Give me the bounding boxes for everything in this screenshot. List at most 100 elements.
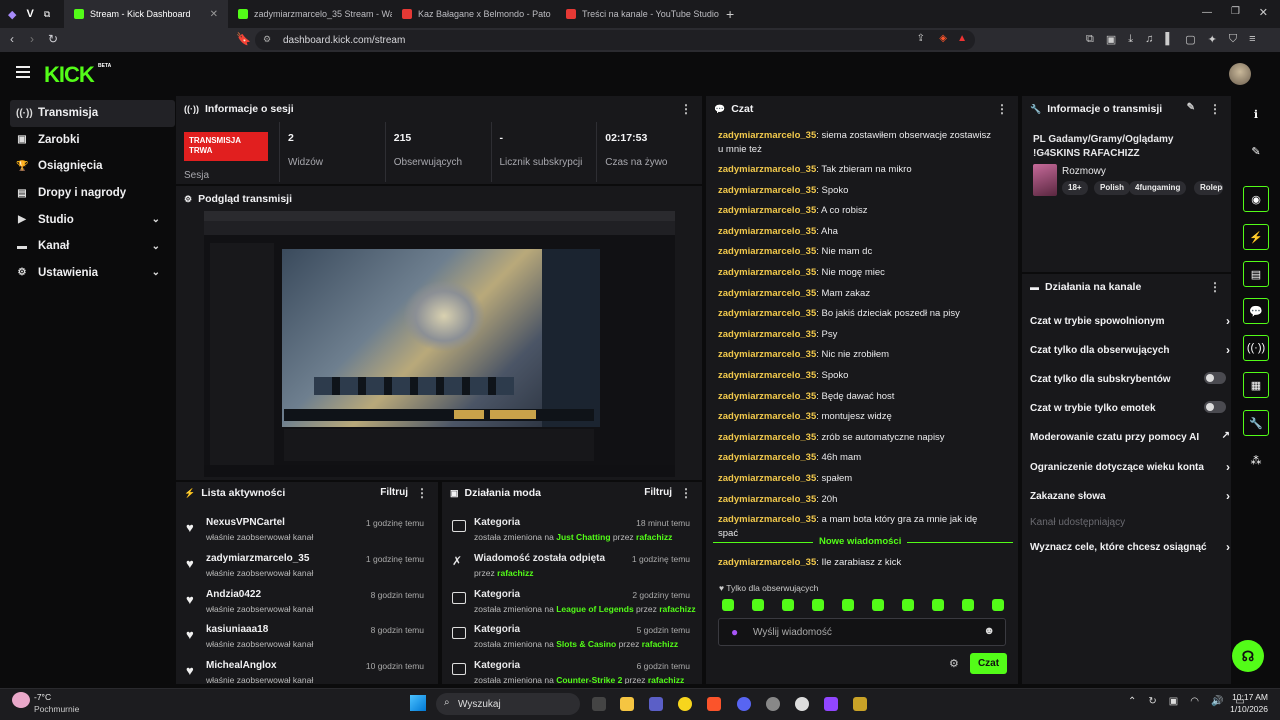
discord-icon[interactable] [737,697,751,711]
emote-icon[interactable] [722,599,734,611]
lightning-icon[interactable]: ⚡ [1243,224,1269,250]
chat-username[interactable]: zadymiarzmarcelo_35 [718,329,816,340]
toggle-switch[interactable] [1204,401,1226,413]
back-icon[interactable]: ‹ [10,32,14,46]
weather-icon[interactable] [12,692,30,708]
mod-action-category[interactable]: Counter-Strike 2 [556,675,622,684]
channel-action-item[interactable]: Zakazane słowa › [1030,489,1230,503]
mod-more-icon[interactable]: ⋮ [680,486,692,500]
chat-username[interactable]: zadymiarzmarcelo_35 [718,473,816,484]
chat-username[interactable]: zadymiarzmarcelo_35 [718,557,816,568]
sidebar-item-dropy-i-nagrody[interactable]: ▤ Dropy i nagrody [0,180,172,207]
download-icon[interactable]: ⤓ [1128,33,1133,46]
music-icon[interactable]: ♫ [1145,33,1153,46]
chat-username[interactable]: zadymiarzmarcelo_35 [718,267,816,278]
sidebar-item-transmisja[interactable]: ((·)) Transmisja [10,100,175,127]
mod-action-category[interactable]: Slots & Casino [556,639,616,649]
chat-username[interactable]: zadymiarzmarcelo_35 [718,226,816,237]
sidebar-item-ustawienia[interactable]: ⚙ Ustawienia ⌄ [0,260,172,287]
layers-icon[interactable]: ▦ [1243,372,1269,398]
stream-preview-video[interactable] [204,211,675,477]
browser-tab[interactable]: Kaz Bałagane x Belmondo - Pato✕ [392,0,556,28]
reload-icon[interactable]: ↻ [48,32,58,46]
chat-username[interactable]: zadymiarzmarcelo_35 [718,452,816,463]
channel-action-item[interactable]: Czat w trybie tylko emotek [1030,401,1230,414]
stream-tag[interactable]: 18+ [1062,181,1088,195]
extensions-icon[interactable]: ⧉ [1086,33,1094,46]
mod-action-by[interactable]: rafachizz [636,532,672,542]
channel-actions-more-icon[interactable]: ⋮ [1209,280,1221,294]
chat-input[interactable]: ● Wyślij wiadomość ☻ [718,618,1006,646]
chat-username[interactable]: zadymiarzmarcelo_35 [718,494,816,505]
hamburger-menu-icon[interactable] [16,66,30,78]
mod-action-by[interactable]: rafachizz [648,675,684,684]
broadcast-rail-icon[interactable]: ((·)) [1243,335,1269,361]
tab-close-icon[interactable]: ✕ [210,9,218,20]
chevron-down-icon[interactable]: ⌄ [152,214,160,225]
channel-action-item[interactable]: Czat w trybie spowolnionym › [1030,314,1230,328]
chat-username[interactable]: zadymiarzmarcelo_35 [718,514,816,525]
mod-action-by[interactable]: rafachizz [642,639,678,649]
maximize-icon[interactable]: ❐ [1231,6,1240,17]
app-icon[interactable] [795,697,809,711]
chat-username[interactable]: zadymiarzmarcelo_35 [718,185,816,196]
emote-icon[interactable] [752,599,764,611]
emote-icon[interactable] [842,599,854,611]
activity-username[interactable]: zadymiarzmarcelo_35 [206,553,309,564]
activity-username[interactable]: MichealAnglox [206,660,277,671]
sidebar-item-osiągnięcia[interactable]: 🏆 Osiągnięcia [0,153,172,180]
sidebar-item-zarobki[interactable]: ▣ Zarobki [0,127,172,154]
toggle-switch[interactable] [1204,372,1226,384]
ai-icon[interactable]: ✦ [1208,33,1217,46]
category-name[interactable]: Rozmowy [1062,166,1106,177]
brave-icon[interactable] [707,697,721,711]
sliders-icon[interactable]: ⁂ [1243,447,1269,473]
mod-action-by[interactable]: rafachizz [659,604,695,614]
activity-username[interactable]: kasiuniaaa18 [206,624,268,635]
chat-username[interactable]: zadymiarzmarcelo_35 [718,288,816,299]
user-avatar[interactable] [1229,63,1251,85]
brave-shield-icon[interactable]: ◈ [939,33,947,44]
vivaldi-icon[interactable]: V [26,8,33,20]
session-more-icon[interactable]: ⋮ [680,102,692,116]
stream-tag[interactable]: 4fungaming [1129,181,1187,195]
tray-chevron-icon[interactable]: ⌃ [1128,696,1136,707]
chevron-down-icon[interactable]: ⌄ [152,241,160,252]
stream-tag[interactable]: Rolepl [1194,181,1223,195]
share-icon[interactable]: ⇪ [917,33,925,44]
channel-action-item[interactable]: Czat tylko dla obserwujących › [1030,343,1230,357]
sidebar-item-kanał[interactable]: ▬ Kanał ⌄ [0,233,172,260]
activity-more-icon[interactable]: ⋮ [416,486,428,500]
taskbar-search[interactable]: ⌕ Wyszukaj [436,693,580,715]
edit-icon[interactable]: ✎ [1187,102,1195,113]
chat-username[interactable]: zadymiarzmarcelo_35 [718,411,816,422]
tray-app-icon[interactable]: ▣ [1169,696,1178,707]
emote-icon[interactable] [932,599,944,611]
new-tab-button[interactable]: + [726,6,734,22]
tray-sync-icon[interactable]: ↻ [1148,696,1156,707]
site-info-icon[interactable]: ⚙ [263,34,271,45]
chat-username[interactable]: zadymiarzmarcelo_35 [718,391,816,402]
sidebar-item-studio[interactable]: ▶ Studio ⌄ [0,206,172,233]
sidebar-toggle-icon[interactable]: ▌ [1165,33,1173,46]
kick-logo[interactable]: KICK [44,62,95,88]
chat-username[interactable]: zadymiarzmarcelo_35 [718,308,816,319]
menu-icon[interactable]: ≡ [1249,33,1255,46]
emote-icon[interactable] [782,599,794,611]
channel-action-item[interactable]: Wyznacz cele, które chcesz osiągnąć › [1030,540,1230,554]
document-icon[interactable]: ▤ [1243,261,1269,287]
activity-username[interactable]: NexusVPNCartel [206,517,285,528]
vpn-icon[interactable]: ⛉ [1229,33,1237,46]
tab-stack-icon[interactable]: ⧉ [44,9,50,20]
snapchat-icon[interactable] [678,697,692,711]
emote-icon[interactable] [992,599,1004,611]
emoji-icon[interactable]: ☻ [983,625,995,637]
url-field[interactable]: ⚙ dashboard.kick.com/stream ⇪ ◈ ▲ [255,30,975,50]
close-window-icon[interactable]: ✕ [1259,6,1268,19]
emote-icon[interactable] [812,599,824,611]
chat-username[interactable]: zadymiarzmarcelo_35 [718,130,816,141]
chat-username[interactable]: zadymiarzmarcelo_35 [718,432,816,443]
forward-icon[interactable]: › [30,32,34,46]
obs-icon[interactable] [766,697,780,711]
minimize-icon[interactable]: — [1202,7,1212,18]
